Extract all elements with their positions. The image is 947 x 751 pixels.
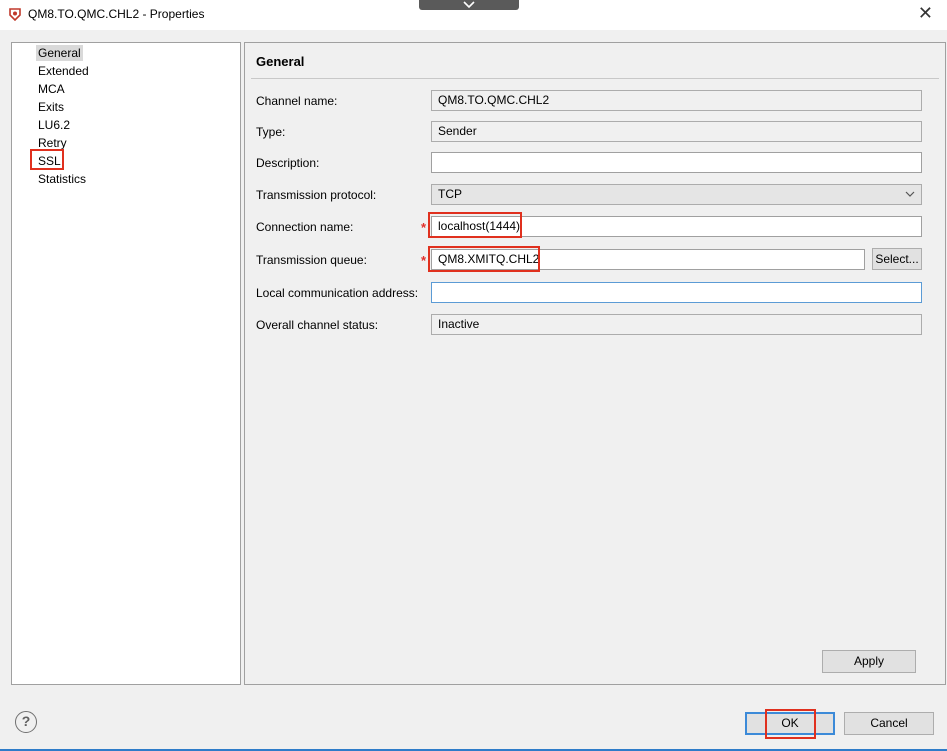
nav-tree: General Extended MCA Exits LU6.2 Retry S… bbox=[11, 42, 241, 685]
nav-item-statistics[interactable]: Statistics bbox=[36, 171, 88, 187]
section-title: General bbox=[256, 54, 305, 69]
general-page: General Channel name: QM8.TO.QMC.CHL2 Ty… bbox=[244, 42, 946, 685]
chevron-down-icon bbox=[463, 1, 475, 9]
connection-name-label: Connection name: bbox=[256, 220, 354, 234]
nav-item-exits[interactable]: Exits bbox=[36, 99, 66, 115]
type-field: Sender bbox=[431, 121, 922, 142]
local-comm-address-label: Local communication address: bbox=[256, 286, 419, 300]
channel-name-label: Channel name: bbox=[256, 94, 338, 108]
local-comm-address-input[interactable] bbox=[431, 282, 922, 303]
connection-name-input[interactable]: localhost(1444) bbox=[431, 216, 922, 237]
cancel-button[interactable]: Cancel bbox=[844, 712, 934, 735]
nav-item-lu62[interactable]: LU6.2 bbox=[36, 117, 72, 133]
description-input[interactable] bbox=[431, 152, 922, 173]
apply-button[interactable]: Apply bbox=[822, 650, 916, 673]
nav-item-general[interactable]: General bbox=[36, 45, 83, 61]
required-marker: * bbox=[421, 220, 427, 235]
channel-name-field: QM8.TO.QMC.CHL2 bbox=[431, 90, 922, 111]
overall-status-label: Overall channel status: bbox=[256, 318, 379, 332]
ok-button[interactable]: OK bbox=[745, 712, 835, 735]
description-label: Description: bbox=[256, 156, 320, 170]
close-icon[interactable]: ✕ bbox=[918, 4, 933, 22]
transmission-protocol-select[interactable]: TCP bbox=[431, 184, 922, 205]
help-icon[interactable]: ? bbox=[15, 711, 37, 733]
transmission-queue-label: Transmission queue: bbox=[256, 253, 367, 267]
nav-item-ssl[interactable]: SSL bbox=[36, 153, 63, 169]
app-icon bbox=[9, 8, 21, 21]
overall-status-field: Inactive bbox=[431, 314, 922, 335]
nav-item-retry[interactable]: Retry bbox=[36, 135, 69, 151]
type-label: Type: bbox=[256, 125, 286, 139]
transmission-protocol-label: Transmission protocol: bbox=[256, 188, 377, 202]
required-marker: * bbox=[421, 253, 427, 268]
transmission-protocol-value: TCP bbox=[438, 187, 462, 201]
chevron-down-icon bbox=[905, 191, 915, 197]
window-title: QM8.TO.QMC.CHL2 - Properties bbox=[28, 7, 205, 21]
collapse-tab[interactable] bbox=[419, 0, 519, 10]
nav-item-extended[interactable]: Extended bbox=[36, 63, 91, 79]
transmission-queue-input[interactable]: QM8.XMITQ.CHL2 bbox=[431, 249, 865, 270]
nav-item-mca[interactable]: MCA bbox=[36, 81, 67, 97]
header-divider bbox=[251, 78, 939, 79]
select-button[interactable]: Select... bbox=[872, 248, 922, 270]
